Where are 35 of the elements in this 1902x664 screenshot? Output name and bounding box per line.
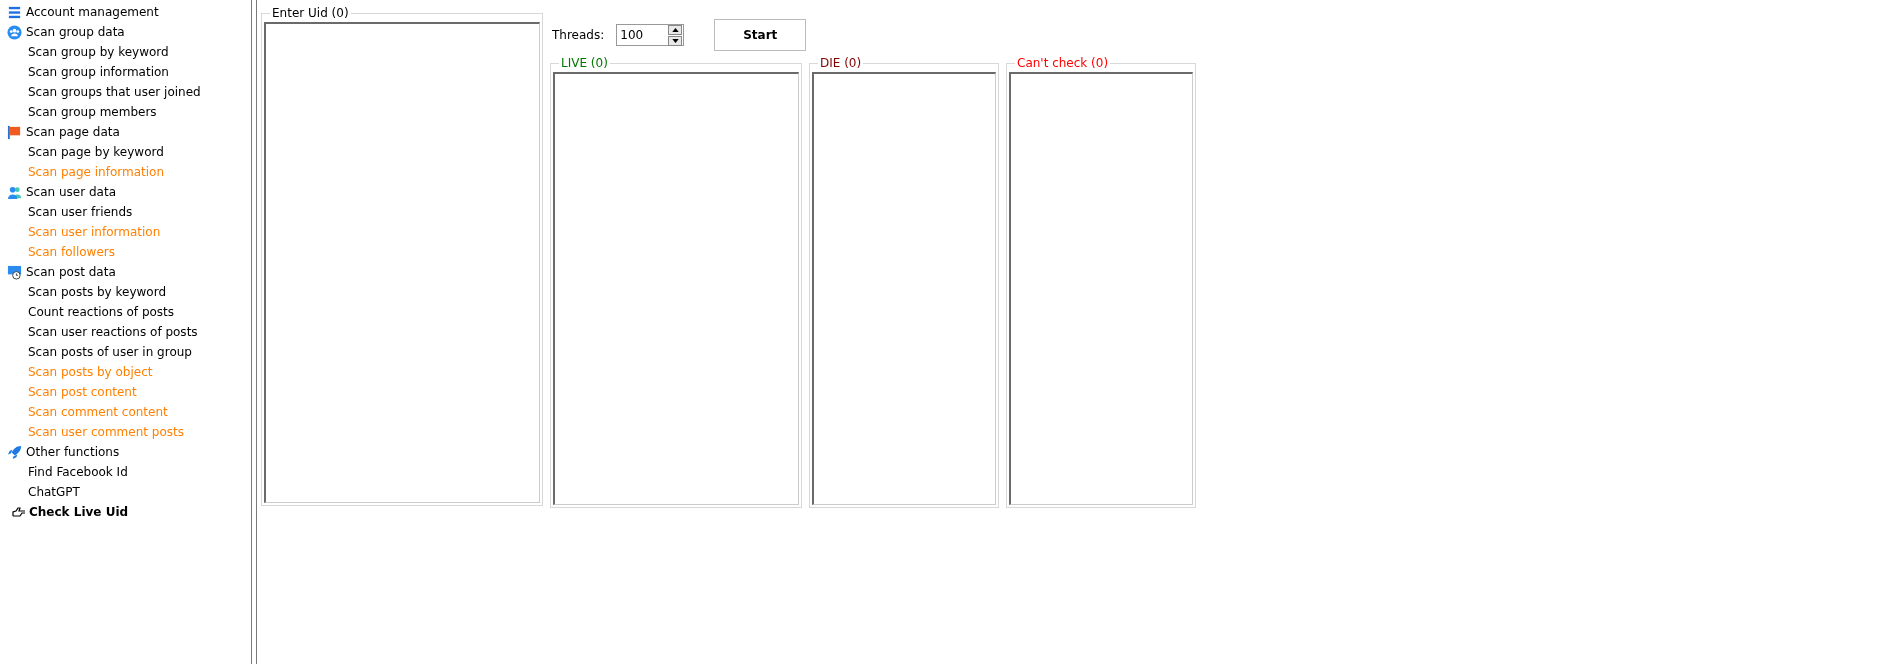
sidebar-section[interactable]: Account management [0, 2, 251, 22]
sidebar-item[interactable]: Check Live Uid [0, 502, 251, 522]
sidebar-item[interactable]: Scan group information [0, 62, 251, 82]
flag-icon [7, 124, 22, 140]
group-title: LIVE (0) [560, 56, 609, 70]
sidebar-section[interactable]: Scan page data [0, 122, 251, 142]
sidebar-item[interactable]: ChatGPT [0, 482, 251, 502]
spin-up-icon[interactable] [668, 24, 683, 35]
rocket-icon [7, 444, 22, 460]
group-title: Can't check (0) [1016, 56, 1110, 70]
sidebar-item[interactable]: Scan group members [0, 102, 251, 122]
users-icon [7, 184, 22, 200]
sidebar-item[interactable]: Scan group by keyword [0, 42, 251, 62]
sidebar-section[interactable]: Scan post data [0, 262, 251, 282]
post-clock-icon [7, 264, 22, 280]
sidebar-item[interactable]: Find Facebook Id [0, 462, 251, 482]
sidebar-item[interactable]: Scan posts by keyword [0, 282, 251, 302]
sidebar-item[interactable]: Scan user reactions of posts [0, 322, 251, 342]
sidebar-section[interactable]: Scan user data [0, 182, 251, 202]
start-button[interactable]: Start [714, 19, 807, 51]
group-title: DIE (0) [819, 56, 863, 70]
sidebar-item[interactable]: Count reactions of posts [0, 302, 251, 322]
sidebar-item[interactable]: Scan page by keyword [0, 142, 251, 162]
group-icon [7, 24, 22, 40]
threads-spinbox[interactable]: 100 [616, 24, 685, 46]
threads-label: Threads: [552, 28, 605, 42]
sidebar-section[interactable]: Other functions [0, 442, 251, 462]
menu-icon [7, 4, 22, 20]
sidebar-section[interactable]: Scan group data [0, 22, 251, 42]
group-title: Enter Uid (0) [271, 6, 350, 20]
sidebar-item[interactable]: Scan posts of user in group [0, 342, 251, 362]
sidebar-item[interactable]: Scan user friends [0, 202, 251, 222]
sidebar-item[interactable]: Scan groups that user joined [0, 82, 251, 102]
spin-down-icon[interactable] [668, 35, 683, 46]
pointing-hand-icon [12, 507, 26, 517]
